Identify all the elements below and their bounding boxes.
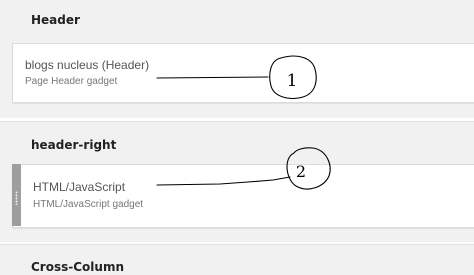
gadget-type-label: Page Header gadget <box>25 76 118 87</box>
layout-section-cross-column: Cross-Column <box>0 244 474 275</box>
section-title-header-right: header-right <box>31 138 117 152</box>
section-title-cross-column: Cross-Column <box>31 260 124 274</box>
gadget-name-link[interactable]: blogs nucleus (Header) <box>25 58 149 72</box>
gadget-html-javascript[interactable]: HTML/JavaScript HTML/JavaScript gadget <box>12 164 474 228</box>
gadget-page-header[interactable]: blogs nucleus (Header) Page Header gadge… <box>12 43 474 103</box>
gadget-name-link[interactable]: HTML/JavaScript <box>33 180 125 194</box>
gadget-type-label: HTML/JavaScript gadget <box>33 199 144 210</box>
grip-dots-icon <box>15 191 18 205</box>
drag-handle-icon[interactable] <box>12 164 21 226</box>
section-title-header: Header <box>31 13 80 27</box>
